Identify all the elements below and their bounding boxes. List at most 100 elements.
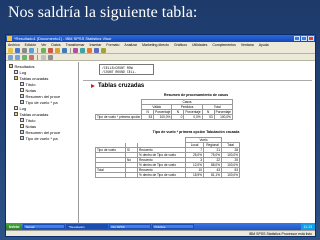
menu-item-edicion[interactable]: Edición bbox=[25, 43, 36, 47]
print-icon[interactable] bbox=[22, 47, 27, 53]
taskbar-item[interactable]: Práctica bbox=[152, 224, 195, 229]
designate-window-icon[interactable] bbox=[101, 47, 106, 53]
goto-case-icon[interactable] bbox=[80, 47, 85, 53]
taskbar-item[interactable]: *Resultado1 bbox=[66, 224, 109, 229]
menu-item-graficos[interactable]: Gráficos bbox=[174, 43, 187, 47]
menu-item-transformar[interactable]: Transformar bbox=[66, 43, 85, 47]
table-icon bbox=[20, 94, 24, 98]
taskbar-item[interactable]: Dis SPSS bbox=[109, 224, 152, 229]
syntax-line: /COUNT ROUND CELL. bbox=[102, 70, 137, 74]
window-titlebar[interactable]: *Resultado1 [Documento1] - IBM SPSS Stat… bbox=[6, 35, 315, 42]
column-subheader: Porcentaje bbox=[213, 109, 233, 115]
table-icon bbox=[20, 130, 24, 134]
row-group-label bbox=[95, 172, 126, 178]
slide-title: Nos saldría la siguiente tabla: bbox=[8, 4, 198, 21]
table-row: Tipo de vuelo * primera opción 53 100,0%… bbox=[94, 114, 233, 120]
menu-item-ventana[interactable]: Ventana bbox=[241, 43, 254, 47]
demote-icon[interactable] bbox=[15, 54, 20, 60]
status-text: IBM SPSS Statistics Processor está listo bbox=[248, 231, 312, 236]
log-icon bbox=[14, 106, 18, 110]
measure-label: % dentro de Tipo de vuelo bbox=[137, 172, 186, 178]
crosstab-caption: Tipo de vuelo * primera opción Tabulació… bbox=[152, 130, 240, 134]
column-subheader: Porcentaje bbox=[183, 109, 203, 115]
folder-icon bbox=[14, 112, 18, 116]
close-button[interactable] bbox=[308, 36, 314, 41]
menu-item-archivo[interactable]: Archivo bbox=[8, 43, 20, 47]
table-icon bbox=[20, 100, 24, 104]
output-divider bbox=[83, 80, 312, 81]
taskbar-item[interactable]: Tema2 bbox=[23, 224, 66, 229]
row-label: Tipo de vuelo * primera opción bbox=[94, 114, 143, 120]
window-title: *Resultado1 [Documento1] - IBM SPSS Stat… bbox=[14, 36, 112, 41]
menu-item-ver[interactable]: Ver bbox=[41, 43, 46, 47]
log-icon bbox=[14, 70, 18, 74]
toolbar-separator bbox=[37, 47, 38, 53]
spss-viewer-window: *Resultado1 [Documento1] - IBM SPSS Stat… bbox=[5, 34, 316, 237]
table-row: % dentro de Tipo de vuelo 18,9% 81,1% 10… bbox=[95, 172, 240, 178]
title-icon bbox=[20, 118, 24, 122]
variables-icon[interactable] bbox=[87, 47, 92, 53]
menu-item-analizar[interactable]: Analizar bbox=[124, 43, 137, 47]
table-cell: 53 bbox=[201, 114, 215, 120]
toolbar-separator bbox=[69, 47, 70, 53]
column-header: Regional bbox=[203, 142, 222, 148]
windows-taskbar: Inicio Tema2 *Resultado1 Dis SPSS Prácti… bbox=[6, 223, 315, 230]
table-cell: 0 bbox=[171, 114, 185, 120]
outline-toolbar bbox=[6, 54, 315, 61]
folder-icon bbox=[14, 76, 18, 80]
section-heading: Tablas cruzadas bbox=[91, 83, 144, 89]
status-bar: IBM SPSS Statistics Processor está listo bbox=[6, 230, 315, 236]
notes-icon bbox=[20, 124, 24, 128]
open-icon[interactable] bbox=[8, 47, 13, 53]
menu-item-marketing[interactable]: Marketing directo bbox=[142, 43, 169, 47]
menu-item-ayuda[interactable]: Ayuda bbox=[259, 43, 269, 47]
title-icon bbox=[20, 82, 24, 86]
collapse-icon[interactable] bbox=[29, 54, 34, 60]
table-cell: 53 bbox=[141, 114, 155, 120]
menu-item-utilidades[interactable]: Utilidades bbox=[192, 43, 207, 47]
menu-item-formato[interactable]: Formato bbox=[106, 43, 119, 47]
table-cell: 0,0% bbox=[183, 114, 203, 120]
minimize-button[interactable] bbox=[294, 36, 300, 41]
tree-node-crosstab[interactable]: Tipo de vuelo * pa bbox=[20, 135, 58, 141]
output-pane: /CELLS=COUNT ROW /COUNT ROUND CELL. Tabl… bbox=[81, 62, 314, 230]
menu-item-insertar[interactable]: Insertar bbox=[90, 43, 102, 47]
hide-icon[interactable] bbox=[47, 54, 53, 60]
row-sub-label bbox=[125, 172, 138, 178]
table-cell: 100,0% bbox=[221, 172, 240, 178]
spss-app-icon bbox=[7, 36, 12, 41]
taskbar-clock: 11:13 bbox=[300, 223, 315, 230]
redo-icon[interactable] bbox=[61, 47, 67, 53]
main-toolbar bbox=[6, 47, 315, 54]
promote-icon[interactable] bbox=[8, 54, 13, 60]
crosstab-table[interactable]: Vuelo Local Regional Total Tipo de vuelo… bbox=[95, 137, 240, 178]
table-cell: 81,1% bbox=[203, 172, 222, 178]
column-subheader: Porcentaje bbox=[153, 109, 173, 115]
undo-icon[interactable] bbox=[54, 47, 60, 53]
summary-caption: Resumen de procesamiento de casos bbox=[163, 93, 229, 97]
table-cell: 100,0% bbox=[153, 114, 173, 120]
table-icon bbox=[20, 136, 24, 140]
table-cell: 100,0% bbox=[213, 114, 233, 120]
save-icon[interactable] bbox=[15, 47, 20, 53]
show-icon[interactable] bbox=[40, 54, 46, 60]
expand-icon[interactable] bbox=[22, 54, 27, 60]
syntax-block: /CELLS=COUNT ROW /COUNT ROUND CELL. bbox=[99, 64, 154, 75]
outline-pane: Resultados Log Tablas cruzadas Título No… bbox=[6, 62, 79, 230]
table-cell: 18,9% bbox=[185, 172, 204, 178]
section-title: Tablas cruzadas bbox=[98, 83, 145, 89]
export-icon[interactable] bbox=[40, 47, 46, 53]
chart-icon[interactable] bbox=[94, 47, 99, 53]
menu-item-datos[interactable]: Datos bbox=[51, 43, 60, 47]
notes-icon bbox=[20, 88, 24, 92]
goto-data-icon[interactable] bbox=[73, 47, 78, 53]
preview-icon[interactable] bbox=[29, 47, 34, 53]
selection-arrow-icon bbox=[91, 84, 95, 88]
toolbar-separator bbox=[37, 54, 38, 60]
menu-item-complementos[interactable]: Complementos bbox=[212, 43, 236, 47]
recall-dialog-icon[interactable] bbox=[47, 47, 53, 53]
folder-icon bbox=[9, 64, 13, 68]
summary-table[interactable]: Casos Válido Perdidos Total N Porcentaje… bbox=[94, 99, 233, 120]
start-button[interactable]: Inicio bbox=[6, 223, 23, 230]
maximize-button[interactable] bbox=[301, 36, 307, 41]
